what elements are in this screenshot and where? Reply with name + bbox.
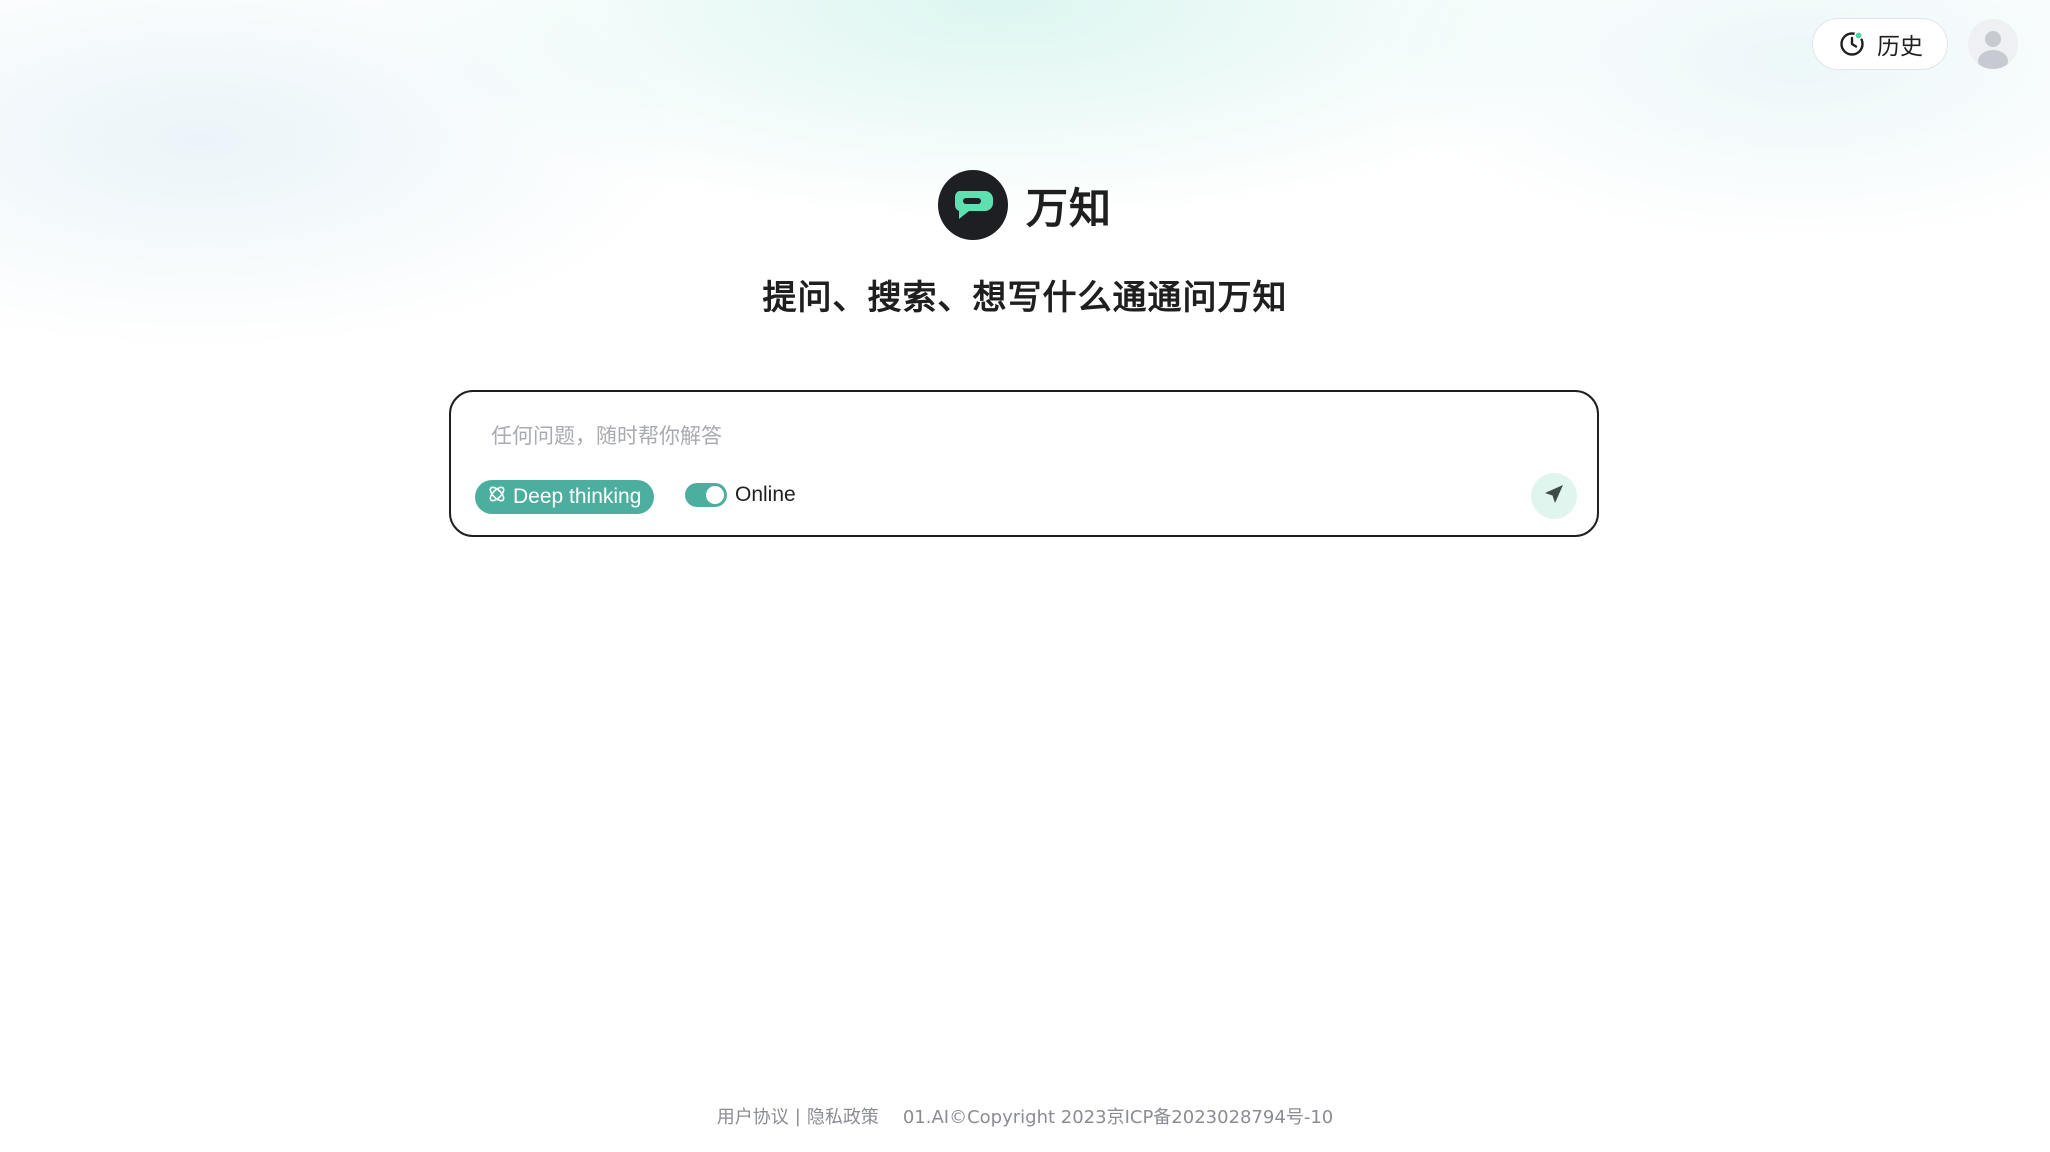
deep-thinking-button[interactable]: Deep thinking	[475, 480, 655, 514]
history-label: 历史	[1877, 34, 1923, 60]
deep-thinking-label: Deep thinking	[513, 485, 642, 508]
online-label: Online	[735, 483, 796, 506]
online-switch[interactable]	[685, 483, 727, 507]
question-input[interactable]	[491, 416, 1551, 456]
footer-separator: |	[794, 1105, 801, 1127]
terms-link[interactable]: 用户协议	[717, 1103, 789, 1129]
clock-history-icon	[1837, 29, 1867, 59]
online-switch-knob	[706, 486, 724, 504]
paper-plane-icon	[1542, 482, 1566, 510]
tagline: 提问、搜索、想写什么通通问万知	[762, 278, 1288, 318]
history-button[interactable]: 历史	[1812, 18, 1948, 70]
online-toggle[interactable]: Online	[685, 483, 796, 507]
atom-icon	[487, 484, 507, 510]
send-button[interactable]	[1531, 473, 1577, 519]
footer: 用户协议 | 隐私政策 01.AI©Copyright 2023京ICP备202…	[0, 1103, 2050, 1129]
user-avatar-icon[interactable]	[1968, 19, 2018, 69]
brand: 万知	[0, 170, 2050, 240]
chat-bubble-logo-icon	[937, 170, 1008, 240]
privacy-link[interactable]: 隐私政策	[807, 1103, 879, 1129]
composer: Deep thinking Online	[449, 390, 1599, 537]
copyright-text: 01.AI©Copyright 2023京ICP备2023028794号-10	[902, 1107, 1334, 1128]
brand-name: 万知	[1025, 183, 1112, 233]
